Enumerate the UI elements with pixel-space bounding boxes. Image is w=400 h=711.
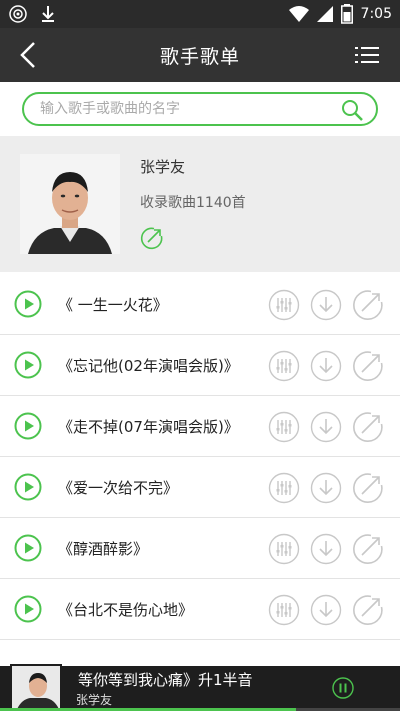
status-time: 7:05	[360, 6, 392, 22]
share-icon[interactable]	[140, 226, 164, 250]
equalizer-icon[interactable]	[268, 289, 300, 321]
song-row[interactable]: 《 一生一火花》	[0, 274, 400, 335]
equalizer-icon[interactable]	[268, 411, 300, 443]
search-bar	[0, 82, 400, 136]
play-icon[interactable]	[14, 595, 42, 623]
download-icon[interactable]	[310, 472, 342, 504]
play-icon[interactable]	[14, 290, 42, 318]
pause-icon[interactable]	[332, 677, 354, 699]
equalizer-icon[interactable]	[268, 594, 300, 626]
download-icon[interactable]	[310, 289, 342, 321]
song-count: 收录歌曲1140首	[140, 195, 246, 211]
status-bar-right: 7:05	[288, 4, 392, 24]
song-row[interactable]: 《爱一次给不完》	[0, 457, 400, 518]
artist-card: 张学友 收录歌曲1140首	[0, 136, 400, 272]
equalizer-icon[interactable]	[268, 533, 300, 565]
download-icon[interactable]	[310, 533, 342, 565]
artist-avatar	[20, 154, 120, 254]
battery-icon	[340, 4, 353, 24]
song-title: 《忘记他(02年演唱会版)》	[58, 357, 239, 375]
status-bar-left	[8, 4, 56, 24]
share-icon[interactable]	[352, 289, 384, 321]
player-cover-art[interactable]	[10, 664, 62, 710]
signal-icon	[316, 6, 333, 22]
play-icon[interactable]	[14, 534, 42, 562]
wifi-icon	[288, 6, 309, 22]
search-box[interactable]	[22, 92, 378, 126]
play-icon[interactable]	[14, 351, 42, 379]
share-icon[interactable]	[352, 411, 384, 443]
share-icon[interactable]	[352, 594, 384, 626]
song-row[interactable]: 《台北不是伤心地》	[0, 579, 400, 640]
now-playing-artist: 张学友	[76, 693, 113, 707]
share-icon[interactable]	[352, 350, 384, 382]
hotspot-icon	[9, 5, 27, 23]
song-title: 《爱一次给不完》	[58, 479, 179, 497]
song-row[interactable]: 《醇酒醉影》	[0, 518, 400, 579]
download-icon[interactable]	[310, 411, 342, 443]
song-row[interactable]: 《走不掉(07年演唱会版)》	[0, 396, 400, 457]
app-bar: 歌手歌单	[0, 28, 400, 82]
page-title: 歌手歌单	[159, 46, 240, 68]
song-title: 《醇酒醉影》	[58, 540, 149, 558]
download-icon[interactable]	[310, 350, 342, 382]
share-icon[interactable]	[352, 472, 384, 504]
search-input[interactable]	[40, 99, 320, 119]
equalizer-icon[interactable]	[268, 472, 300, 504]
search-icon[interactable]	[340, 98, 364, 122]
download-icon	[42, 6, 54, 22]
download-icon[interactable]	[310, 594, 342, 626]
equalizer-icon[interactable]	[268, 350, 300, 382]
mini-player[interactable]: 等你等到我心痛》升1半音 张学友	[0, 664, 400, 711]
song-title: 《 一生一火花》	[58, 296, 168, 314]
song-title: 《走不掉(07年演唱会版)》	[58, 418, 239, 436]
play-icon[interactable]	[14, 473, 42, 501]
status-bar: 7:05	[0, 0, 400, 28]
share-icon[interactable]	[352, 533, 384, 565]
menu-list-icon[interactable]	[354, 42, 380, 68]
artist-name: 张学友	[140, 158, 186, 176]
song-title: 《台北不是伤心地》	[58, 601, 194, 619]
play-icon[interactable]	[14, 412, 42, 440]
now-playing-title: 等你等到我心痛》升1半音	[78, 671, 253, 689]
song-row[interactable]: 《忘记他(02年演唱会版)》	[0, 335, 400, 396]
